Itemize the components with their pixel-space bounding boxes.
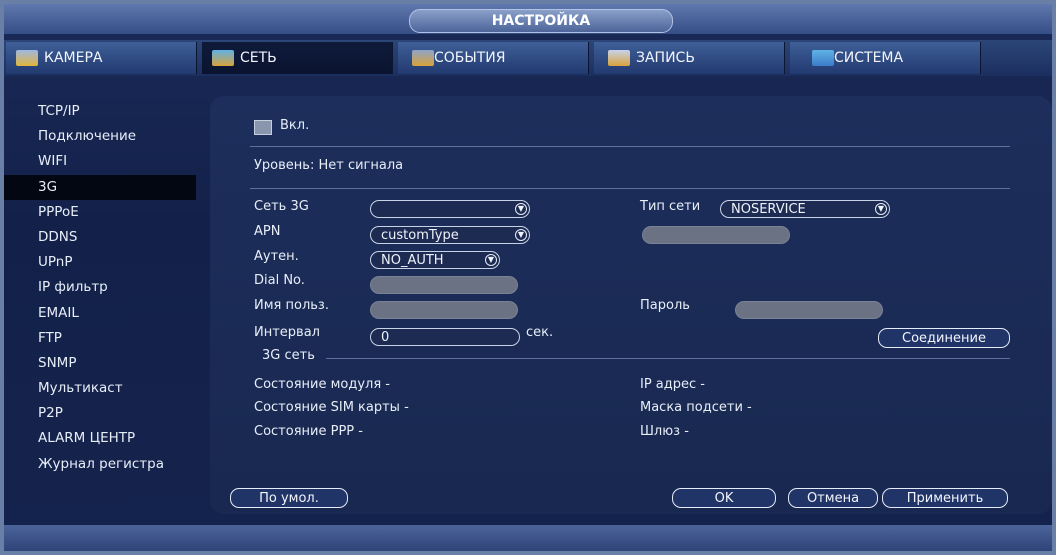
- net-type-select[interactable]: NOSERVICE ▼: [720, 200, 890, 218]
- sidebar-item-email[interactable]: EMAIL: [4, 301, 196, 326]
- interval-label: Интервал: [254, 325, 320, 340]
- ppp-state: Состояние PPP -: [254, 424, 363, 439]
- sidebar-item-ip-filter[interactable]: IP фильтр: [4, 275, 196, 300]
- auth-select[interactable]: NO_AUTH ▼: [370, 251, 500, 269]
- apn-value: customType: [381, 228, 459, 243]
- sidebar-item-p2p[interactable]: P2P: [4, 401, 196, 426]
- auth-label: Аутен.: [254, 249, 299, 264]
- user-label: Имя польз.: [254, 298, 329, 313]
- divider: [250, 188, 1010, 189]
- interval-value: 0: [381, 330, 390, 345]
- tab-network[interactable]: СЕТЬ: [202, 42, 393, 74]
- enable-label: Вкл.: [280, 118, 310, 133]
- settings-window: НАСТРОЙКА КАМЕРА СЕТЬ СОБЫТИЯ ЗАПИСЬ СИС…: [4, 4, 1052, 551]
- divider: [326, 358, 1010, 359]
- password-field: [735, 301, 883, 319]
- gateway: Шлюз -: [640, 424, 689, 439]
- tab-label: СЕТЬ: [240, 50, 277, 66]
- sidebar-item-connection[interactable]: Подключение: [4, 124, 196, 149]
- apn-custom-field: [642, 226, 790, 244]
- enable-checkbox[interactable]: [254, 120, 272, 135]
- sidebar-item-log[interactable]: Журнал регистра: [4, 452, 196, 477]
- sidebar-item-3g[interactable]: 3G: [4, 174, 196, 200]
- sidebar-item-ddns[interactable]: DDNS: [4, 225, 196, 250]
- ok-button[interactable]: OK: [672, 488, 776, 508]
- network-icon: [212, 50, 234, 66]
- apply-button[interactable]: Применить: [882, 488, 1008, 508]
- tab-system[interactable]: СИСТЕМА: [790, 42, 981, 74]
- level-label: Уровень: Нет сигнала: [254, 158, 403, 173]
- subnet-mask: Маска подсети -: [640, 400, 752, 415]
- tab-label: КАМЕРА: [44, 50, 103, 66]
- interval-input[interactable]: 0: [370, 328, 520, 346]
- window-title: НАСТРОЙКА: [409, 9, 673, 33]
- net3g-select[interactable]: ▼: [370, 200, 530, 218]
- sidebar-item-multicast[interactable]: Мультикаст: [4, 376, 196, 401]
- chevron-down-icon: ▼: [515, 203, 527, 215]
- ip-address: IP адрес -: [640, 377, 705, 392]
- sim-state: Состояние SIM карты -: [254, 400, 409, 415]
- chevron-down-icon: ▼: [485, 254, 497, 266]
- sidebar-item-alarm-center[interactable]: ALARM ЦЕНТР: [4, 426, 196, 451]
- auth-value: NO_AUTH: [381, 253, 444, 268]
- record-icon: [608, 50, 630, 66]
- status-bar: [4, 525, 1052, 551]
- main-tab-bar: КАМЕРА СЕТЬ СОБЫТИЯ ЗАПИСЬ СИСТЕМА: [4, 40, 1052, 76]
- net-type-value: NOSERVICE: [731, 202, 806, 217]
- level-value: Нет сигнала: [318, 158, 404, 173]
- tab-label: СОБЫТИЯ: [434, 50, 506, 66]
- dial-number-field: [370, 276, 518, 294]
- connect-button[interactable]: Соединение: [878, 328, 1010, 348]
- chevron-down-icon: ▼: [875, 203, 887, 215]
- tab-label: СИСТЕМА: [834, 50, 904, 66]
- tab-label: ЗАПИСЬ: [636, 50, 695, 66]
- divider: [250, 146, 1010, 147]
- sidebar-item-snmp[interactable]: SNMP: [4, 351, 196, 376]
- settings-panel: Вкл. Уровень: Нет сигнала Сеть 3G ▼ Тип …: [210, 96, 1052, 514]
- level-label-text: Уровень:: [254, 158, 315, 173]
- sidebar-item-ftp[interactable]: FTP: [4, 326, 196, 351]
- sidebar-item-wifi[interactable]: WIFI: [4, 149, 196, 174]
- username-field: [370, 301, 518, 319]
- sidebar-item-tcpip[interactable]: TCP/IP: [4, 99, 196, 124]
- password-label: Пароль: [640, 298, 690, 313]
- section-title: 3G сеть: [262, 348, 315, 363]
- cancel-button[interactable]: Отмена: [788, 488, 878, 508]
- title-bar: НАСТРОЙКА: [4, 4, 1052, 34]
- module-state: Состояние модуля -: [254, 377, 390, 392]
- apn-select[interactable]: customType ▼: [370, 226, 530, 244]
- tab-record[interactable]: ЗАПИСЬ: [594, 42, 785, 74]
- net3g-label: Сеть 3G: [254, 199, 309, 214]
- sidebar-item-pppoe[interactable]: PPPoE: [4, 200, 196, 225]
- default-button[interactable]: По умол.: [230, 488, 348, 508]
- apn-label: APN: [254, 224, 281, 239]
- net-type-label: Тип сети: [640, 199, 701, 214]
- system-icon: [812, 50, 834, 66]
- sidebar-menu: TCP/IP Подключение WIFI 3G PPPoE DDNS UP…: [4, 99, 196, 489]
- chevron-down-icon: ▼: [515, 229, 527, 241]
- camera-icon: [16, 50, 38, 66]
- tab-camera[interactable]: КАМЕРА: [6, 42, 197, 74]
- sidebar-item-upnp[interactable]: UPnP: [4, 250, 196, 275]
- interval-unit: сек.: [526, 325, 554, 340]
- events-icon: [412, 50, 434, 66]
- dial-label: Dial No.: [254, 273, 305, 288]
- tab-events[interactable]: СОБЫТИЯ: [398, 42, 589, 74]
